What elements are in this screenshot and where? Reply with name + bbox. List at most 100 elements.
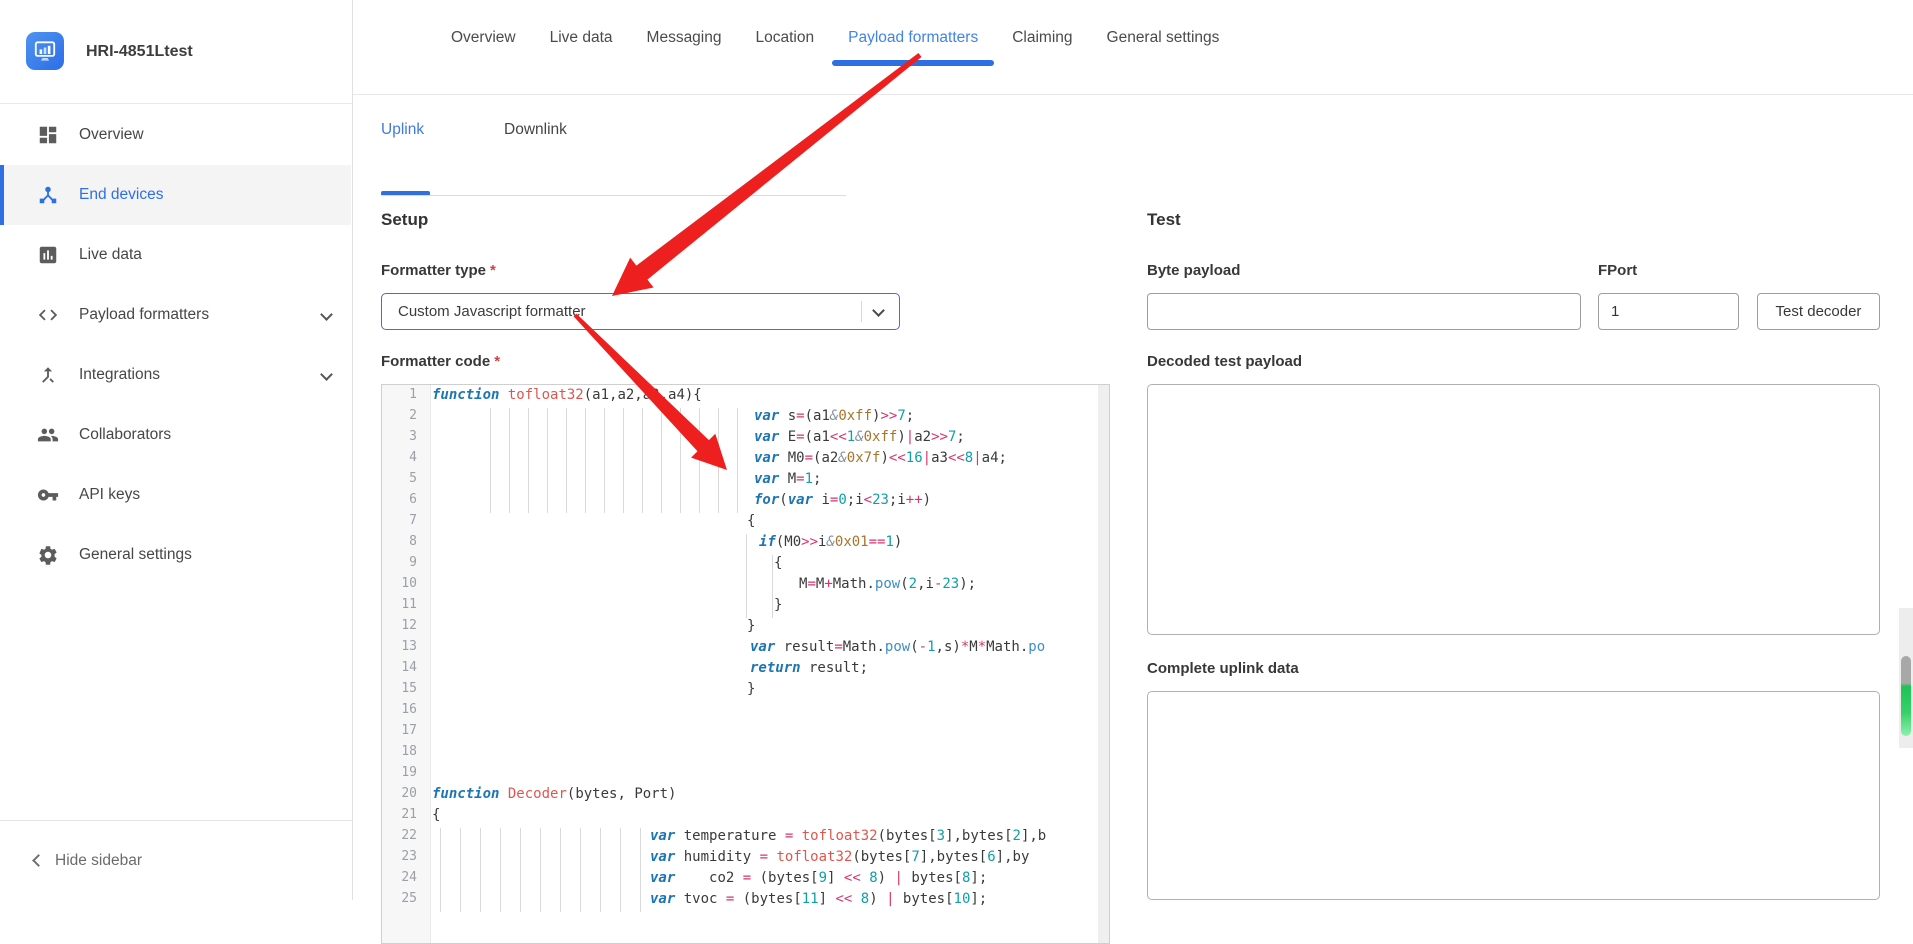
code-line-18[interactable] (432, 744, 1097, 765)
tab-location[interactable]: Location (754, 0, 817, 66)
code-line-10[interactable]: M=M+Math.pow(2,i-23); (432, 576, 1097, 597)
code-line-14[interactable]: return result; (432, 660, 1097, 681)
indent-guide (528, 450, 529, 471)
indent-guide (680, 408, 681, 429)
indent-guide (547, 471, 548, 492)
test-decoder-button[interactable]: Test decoder (1757, 293, 1880, 330)
tab-label: Overview (451, 29, 516, 47)
tab-payload-formatters[interactable]: Payload formatters (846, 0, 980, 66)
indent-guide (699, 471, 700, 492)
chevron-down-icon (320, 368, 333, 381)
complete-uplink-data-label: Complete uplink data (1147, 660, 1299, 677)
indent-guide (547, 408, 548, 429)
indent-guide (661, 492, 662, 513)
sidebar-item-end-devices[interactable]: End devices (0, 165, 351, 225)
sidebar-item-payload-formatters[interactable]: Payload formatters (0, 285, 351, 345)
indent-guide (585, 429, 586, 450)
code-line-4[interactable]: var M0=(a2&0x7f)<<16|a3<<8|a4; (432, 450, 1097, 471)
code-line-12[interactable]: } (432, 618, 1097, 639)
code-line-15[interactable]: } (432, 681, 1097, 702)
indent-guide (604, 408, 605, 429)
indent-guide (737, 450, 738, 471)
sidebar-item-live-data[interactable]: Live data (0, 225, 351, 285)
sidebar-item-overview[interactable]: Overview (0, 105, 351, 165)
app-title: HRI-4851Ltest (86, 0, 193, 104)
code-line-8[interactable]: if(M0>>i&0x01==1) (432, 534, 1097, 555)
code-line-20[interactable]: function Decoder(bytes, Port) (432, 786, 1097, 807)
formatter-code-editor[interactable]: 1234567891011121314151617181920212223242… (381, 384, 1110, 944)
code-line-24[interactable]: var co2 = (bytes[9] << 8) | bytes[8]; (432, 870, 1097, 891)
line-number: 4 (382, 450, 430, 471)
code-line-22[interactable]: var temperature = tofloat32(bytes[3],byt… (432, 828, 1097, 849)
tab-messaging[interactable]: Messaging (645, 0, 724, 66)
code-line-6[interactable]: for(var i=0;i<23;i++) (432, 492, 1097, 513)
code-line-23[interactable]: var humidity = tofloat32(bytes[7],bytes[… (432, 849, 1097, 870)
indent-guide (580, 870, 581, 891)
indent-guide (566, 429, 567, 450)
indent-guide (566, 450, 567, 471)
tab-overview[interactable]: Overview (449, 0, 518, 66)
line-number: 7 (382, 513, 430, 534)
code-line-19[interactable] (432, 765, 1097, 786)
sidebar-item-general-settings[interactable]: General settings (0, 525, 351, 585)
indent-guide (620, 891, 621, 912)
code-line-5[interactable]: var M=1; (432, 471, 1097, 492)
subtab-downlink[interactable]: Downlink (504, 121, 567, 139)
indent-guide (604, 471, 605, 492)
indent-guide (718, 471, 719, 492)
code-line-2[interactable]: var s=(a1&0xff)>>7; (432, 408, 1097, 429)
page-scrollbar-thumb[interactable] (1901, 656, 1911, 736)
line-number: 2 (382, 408, 430, 429)
line-number: 20 (382, 786, 430, 807)
line-number: 9 (382, 555, 430, 576)
indent-guide (440, 828, 441, 849)
indent-guide (699, 492, 700, 513)
indent-guide (509, 450, 510, 471)
sidebar-item-integrations[interactable]: Integrations (0, 345, 351, 405)
sidebar-item-collaborators[interactable]: Collaborators (0, 405, 351, 465)
code-line-16[interactable] (432, 702, 1097, 723)
indent-guide (623, 408, 624, 429)
hide-sidebar-button[interactable]: Hide sidebar (0, 820, 352, 900)
merge-icon (36, 363, 60, 387)
decoded-test-payload-textarea[interactable] (1147, 384, 1880, 635)
indent-guide (440, 891, 441, 912)
indent-guide (642, 429, 643, 450)
code-icon (36, 303, 60, 327)
indent-guide (509, 471, 510, 492)
indent-guide (600, 849, 601, 870)
indent-guide (640, 870, 641, 891)
tab-label: Messaging (647, 29, 722, 47)
complete-uplink-data-textarea[interactable] (1147, 691, 1880, 900)
code-line-1[interactable]: function tofloat32(a1,a2,a3,a4){ (432, 387, 1097, 408)
tab-general-settings[interactable]: General settings (1105, 0, 1222, 66)
code-line-21[interactable]: { (432, 807, 1097, 828)
indent-guide (661, 471, 662, 492)
tab-live-data[interactable]: Live data (548, 0, 615, 66)
indent-guide (566, 471, 567, 492)
code-line-3[interactable]: var E=(a1<<1&0xff)|a2>>7; (432, 429, 1097, 450)
fport-input[interactable] (1598, 293, 1739, 330)
code-line-25[interactable]: var tvoc = (bytes[11] << 8) | bytes[10]; (432, 891, 1097, 912)
sidebar-header: HRI-4851Ltest (0, 0, 352, 104)
indent-guide (585, 471, 586, 492)
sidebar-item-api-keys[interactable]: API keys (0, 465, 351, 525)
dashboard-icon (36, 123, 60, 147)
application-tabs: Overview Live data Messaging Location Payloa… (449, 0, 1913, 66)
code-line-7[interactable]: { (432, 513, 1097, 534)
formatter-type-select[interactable]: Custom Javascript formatter (381, 293, 900, 330)
editor-scrollbar[interactable] (1098, 385, 1109, 943)
indent-guide (500, 870, 501, 891)
indent-guide (746, 576, 747, 597)
indent-guide (580, 828, 581, 849)
byte-payload-input[interactable] (1147, 293, 1581, 330)
fport-label: FPort (1598, 262, 1637, 279)
tab-claiming[interactable]: Claiming (1010, 0, 1074, 66)
code-line-17[interactable] (432, 723, 1097, 744)
code-line-9[interactable]: { (432, 555, 1097, 576)
tab-label: General settings (1107, 29, 1220, 47)
code-line-11[interactable]: } (432, 597, 1097, 618)
editor-code-area[interactable]: function tofloat32(a1,a2,a3,a4){var s=(a… (432, 387, 1097, 912)
code-line-13[interactable]: var result=Math.pow(-1,s)*M*Math.po (432, 639, 1097, 660)
subtab-uplink[interactable]: Uplink (381, 121, 424, 139)
